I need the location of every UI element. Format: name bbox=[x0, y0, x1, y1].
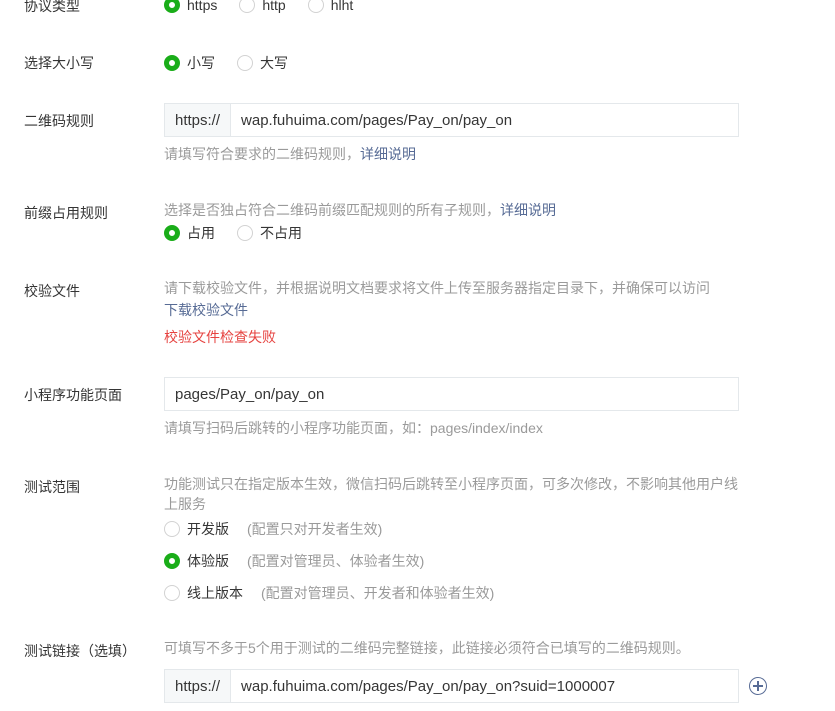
protocol-option-http[interactable]: http bbox=[239, 0, 286, 13]
mini-page-hint: 请填写扫码后跳转的小程序功能页面，如：pages/index/index bbox=[164, 420, 543, 436]
qr-rule-input[interactable]: wap.fuhuima.com/pages/Pay_on/pay_on bbox=[231, 112, 522, 129]
protocol-option-https[interactable]: https bbox=[164, 0, 217, 13]
mini-page-label: 小程序功能页面 bbox=[24, 387, 122, 403]
test-scope-option-dev[interactable]: 开发版 (配置只对开发者生效) bbox=[164, 519, 382, 539]
protocol-radio-group: https http hlht bbox=[164, 0, 375, 13]
radio-checked-icon bbox=[164, 553, 180, 569]
protocol-label: 协议类型 bbox=[24, 0, 80, 14]
mini-page-input[interactable]: pages/Pay_on/pay_on bbox=[165, 386, 334, 403]
mini-page-field[interactable]: pages/Pay_on/pay_on bbox=[164, 377, 739, 411]
verify-file-error: 校验文件检查失败 bbox=[164, 329, 276, 345]
prefix-option-occupy[interactable]: 占用 bbox=[164, 223, 215, 243]
radio-checked-icon bbox=[164, 225, 180, 241]
radio-unchecked-icon bbox=[239, 0, 256, 13]
protocol-option-hlht[interactable]: hlht bbox=[307, 0, 353, 13]
case-option-upper[interactable]: 大写 bbox=[237, 53, 288, 73]
prefix-rule-detail-link[interactable]: 详细说明 bbox=[500, 202, 556, 218]
radio-unchecked-icon bbox=[164, 521, 180, 537]
qr-rule-detail-link[interactable]: 详细说明 bbox=[360, 146, 416, 162]
verify-file-hint: 请下载校验文件，并根据说明文档要求将文件上传至服务器指定目录下，并确保可以访问 bbox=[164, 280, 710, 296]
case-label: 选择大小写 bbox=[24, 55, 94, 71]
radio-unchecked-icon bbox=[307, 0, 324, 13]
radio-unchecked-icon bbox=[237, 55, 253, 71]
prefix-rule-radio-group: 占用 不占用 bbox=[164, 223, 324, 243]
test-link-prefix: https:// bbox=[165, 670, 232, 702]
prefix-rule-label: 前缀占用规则 bbox=[24, 205, 108, 221]
test-scope-option-trial[interactable]: 体验版 (配置对管理员、体验者生效) bbox=[164, 551, 424, 571]
case-radio-group: 小写 大写 bbox=[164, 53, 310, 73]
qr-rule-hint: 请填写符合要求的二维码规则，详细说明 bbox=[164, 146, 416, 162]
verify-file-label: 校验文件 bbox=[24, 283, 80, 299]
test-scope-label: 测试范围 bbox=[24, 479, 80, 495]
qr-rule-field[interactable]: https:// wap.fuhuima.com/pages/Pay_on/pa… bbox=[164, 103, 739, 137]
radio-checked-icon bbox=[164, 55, 180, 71]
prefix-option-not-occupy[interactable]: 不占用 bbox=[237, 223, 302, 243]
test-scope-option-release[interactable]: 线上版本 (配置对管理员、开发者和体验者生效) bbox=[164, 583, 494, 603]
radio-unchecked-icon bbox=[237, 225, 253, 241]
prefix-rule-hint: 选择是否独占符合二维码前缀匹配规则的所有子规则，详细说明 bbox=[164, 202, 556, 218]
download-verify-file-link[interactable]: 下载校验文件 bbox=[164, 300, 248, 320]
test-link-field[interactable]: https:// wap.fuhuima.com/pages/Pay_on/pa… bbox=[164, 669, 739, 703]
test-link-hint: 可填写不多于5个用于测试的二维码完整链接，此链接必须符合已填写的二维码规则。 bbox=[164, 640, 690, 656]
radio-checked-icon bbox=[164, 0, 180, 13]
radio-unchecked-icon bbox=[164, 585, 180, 601]
qr-rule-prefix: https:// bbox=[165, 104, 232, 136]
test-link-input[interactable]: wap.fuhuima.com/pages/Pay_on/pay_on?suid… bbox=[231, 678, 625, 695]
test-scope-hint: 功能测试只在指定版本生效，微信扫码后跳转至小程序页面，可多次修改，不影响其他用户… bbox=[164, 476, 738, 512]
test-link-label: 测试链接（选填） bbox=[24, 643, 136, 659]
plus-circle-icon[interactable] bbox=[749, 677, 767, 695]
qr-rule-label: 二维码规则 bbox=[24, 113, 94, 129]
case-option-lower[interactable]: 小写 bbox=[164, 53, 215, 73]
